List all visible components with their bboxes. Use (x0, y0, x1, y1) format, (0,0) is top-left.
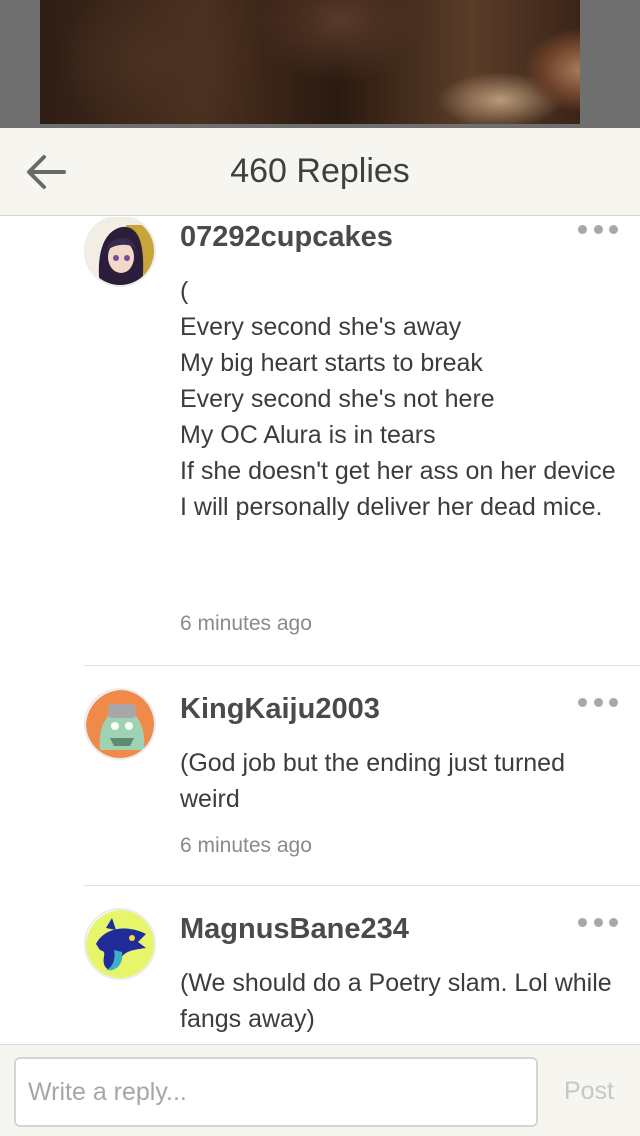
more-dot (609, 224, 618, 234)
comment-timestamp: 6 minutes ago (180, 834, 312, 857)
comment-username[interactable]: 07292cupcakes (180, 221, 393, 254)
replies-list[interactable]: 07292cupcakes ( Every second she's away … (0, 217, 640, 1044)
comment-body: (We should do a Poetry slam. Lol while f… (180, 969, 612, 1033)
list-item: MagnusBane234 (We should do a Poetry sla… (84, 885, 640, 1033)
more-options-button[interactable] (578, 219, 618, 239)
list-item: KingKaiju2003 (God job but the ending ju… (84, 665, 640, 857)
more-dot (593, 224, 603, 234)
comment-body: ( Every second she's away My big heart s… (180, 277, 616, 521)
avatar[interactable] (84, 217, 156, 287)
post-image-backdrop (0, 0, 640, 128)
more-dots-icon (578, 224, 587, 234)
more-dots-icon (578, 917, 587, 927)
post-button[interactable]: Post (564, 1077, 614, 1106)
more-dot (593, 697, 603, 707)
comment-username[interactable]: KingKaiju2003 (180, 693, 380, 726)
avatar[interactable] (84, 908, 156, 980)
more-options-button[interactable] (578, 912, 618, 932)
reply-input[interactable] (14, 1057, 538, 1127)
reply-bar: Post (0, 1044, 640, 1136)
more-dots-icon (578, 697, 587, 707)
more-dot (593, 917, 603, 927)
comment-body: (God job but the ending just turned weir… (180, 749, 565, 813)
more-dot (609, 697, 618, 707)
comment-timestamp: 6 minutes ago (180, 612, 312, 635)
more-options-button[interactable] (578, 692, 618, 712)
post-image (40, 0, 580, 124)
replies-header: 460 Replies (0, 128, 640, 216)
avatar[interactable] (84, 688, 156, 760)
page-title: 460 Replies (230, 152, 410, 190)
more-dot (609, 917, 618, 927)
comment-username[interactable]: MagnusBane234 (180, 913, 409, 946)
